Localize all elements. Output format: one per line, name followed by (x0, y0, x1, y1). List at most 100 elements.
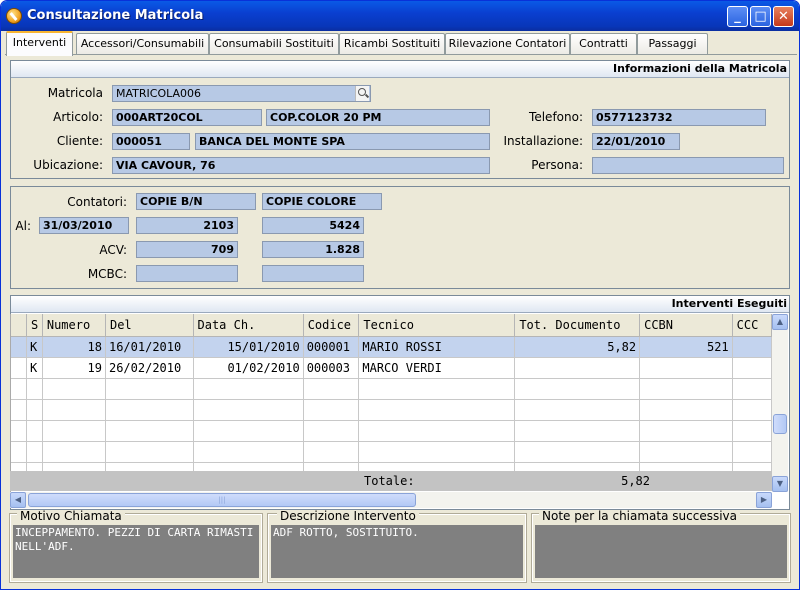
cell-numero: 18 (42, 336, 106, 358)
cell-ccbn (639, 357, 733, 379)
descrizione-intervento-group: Descrizione Intervento ADF ROTTO, SOSTIT… (267, 510, 527, 583)
al-colore-field[interactable]: 5424 (262, 217, 364, 234)
cell-s: K (26, 357, 43, 379)
acv-colore-field[interactable]: 1.828 (262, 241, 364, 258)
descrizione-intervento-title: Descrizione Intervento (277, 510, 419, 522)
installazione-field[interactable]: 22/01/2010 (592, 133, 680, 150)
info-panel: Informazioni della Matricola Matricola M… (10, 60, 790, 179)
tab-passaggi[interactable]: Passaggi (637, 33, 708, 54)
cell-del: 16/01/2010 (105, 336, 194, 358)
tab-interventi[interactable]: Interventi (6, 31, 73, 56)
matricola-label: Matricola (47, 86, 103, 100)
tab-contratti[interactable]: Contratti (570, 33, 637, 54)
articolo-desc-field[interactable]: COP.COLOR 20 PM (266, 109, 490, 126)
interventi-grid: S Numero Del Data Ch. Codice Tecnico Tot… (10, 314, 772, 492)
cell-tot-documento (514, 357, 641, 379)
ubicazione-field[interactable]: VIA CAVOUR, 76 (112, 157, 490, 174)
scroll-right-icon[interactable]: ▶ (756, 492, 772, 508)
persona-field[interactable] (592, 157, 784, 174)
col-header-tot-documento[interactable]: Tot. Documento (514, 314, 641, 337)
tab-ricambi-sostituiti[interactable]: Ricambi Sostituiti (339, 33, 445, 54)
main-window: Consultazione Matricola _ □ ✕ Interventi… (0, 0, 800, 590)
search-icon[interactable] (355, 86, 369, 101)
title-bar[interactable]: Consultazione Matricola _ □ ✕ (1, 1, 799, 31)
cell-tecnico: MARIO ROSSI (358, 336, 516, 358)
cell-data-ch: 15/01/2010 (193, 336, 304, 358)
table-row[interactable]: K 18 16/01/2010 15/01/2010 000001 MARIO … (11, 336, 772, 358)
horizontal-scrollbar[interactable]: ◀ ||| ▶ (10, 492, 772, 508)
tab-bar: Interventi Accessori/Consumabili Consuma… (5, 31, 797, 56)
window-title: Consultazione Matricola (27, 8, 204, 23)
col-header-marker[interactable] (11, 314, 27, 337)
copie-bn-header: COPIE B/N (136, 193, 256, 210)
scroll-up-icon[interactable]: ▲ (772, 314, 788, 330)
cell-codice: 000003 (303, 357, 360, 379)
vertical-scrollbar[interactable]: ▲ ▼ (772, 314, 788, 492)
scroll-down-icon[interactable]: ▼ (772, 476, 788, 492)
matricola-field[interactable]: MATRICOLA006 (112, 85, 371, 102)
tab-accessori-consumabili[interactable]: Accessori/Consumabili (76, 33, 209, 54)
minimize-button[interactable]: _ (727, 6, 748, 27)
cell-tecnico: MARCO VERDI (358, 357, 516, 379)
cell-ccbn: 521 (639, 336, 733, 358)
app-icon (6, 8, 22, 24)
telefono-label: Telefono: (529, 110, 583, 124)
cell-numero: 19 (42, 357, 106, 379)
close-button[interactable]: ✕ (773, 6, 794, 27)
info-panel-header: Informazioni della Matricola (11, 61, 789, 78)
table-row-empty[interactable] (11, 441, 772, 463)
installazione-label: Installazione: (503, 134, 583, 148)
cell-marker (11, 336, 27, 358)
persona-label: Persona: (531, 158, 583, 172)
mcbc-bn-field[interactable] (136, 265, 238, 282)
interventi-panel-header: Interventi Eseguiti (11, 296, 789, 313)
col-header-ccc[interactable]: CCC (732, 314, 772, 337)
col-header-codice[interactable]: Codice (303, 314, 360, 337)
col-header-tecnico[interactable]: Tecnico (358, 314, 516, 337)
copie-colore-header: COPIE COLORE (262, 193, 382, 210)
table-row-empty[interactable] (11, 378, 772, 400)
ubicazione-label: Ubicazione: (33, 158, 103, 172)
cell-del: 26/02/2010 (105, 357, 194, 379)
horizontal-scroll-thumb[interactable]: ||| (28, 493, 416, 507)
scroll-left-icon[interactable]: ◀ (10, 492, 26, 508)
totale-row: Totale: 5,82 (10, 471, 772, 491)
motivo-chiamata-group: Motivo Chiamata INCEPPAMENTO. PEZZI DI C… (9, 510, 263, 583)
col-header-del[interactable]: Del (105, 314, 194, 337)
contatori-panel: Contatori: COPIE B/N COPIE COLORE Al: 31… (10, 186, 790, 289)
table-row[interactable]: K 19 26/02/2010 01/02/2010 000003 MARCO … (11, 357, 772, 379)
col-header-numero[interactable]: Numero (42, 314, 106, 337)
cell-s: K (26, 336, 43, 358)
al-bn-field[interactable]: 2103 (136, 217, 238, 234)
cliente-code-field[interactable]: 000051 (112, 133, 190, 150)
col-header-s[interactable]: S (26, 314, 43, 337)
vertical-scroll-thumb[interactable] (773, 414, 787, 434)
note-chiamata-title: Note per la chiamata successiva (539, 510, 741, 522)
contatori-label: Contatori: (67, 195, 127, 209)
mcbc-colore-field[interactable] (262, 265, 364, 282)
telefono-field[interactable]: 0577123732 (592, 109, 766, 126)
al-date-field[interactable]: 31/03/2010 (39, 217, 129, 234)
col-header-ccbn[interactable]: CCBN (639, 314, 733, 337)
col-header-data-ch[interactable]: Data Ch. (193, 314, 304, 337)
cliente-name-field[interactable]: BANCA DEL MONTE SPA (195, 133, 490, 150)
maximize-button[interactable]: □ (750, 6, 771, 27)
interventi-table: S Numero Del Data Ch. Codice Tecnico Tot… (11, 314, 772, 484)
mcbc-label: MCBC: (87, 267, 127, 281)
tab-rilevazione-contatori[interactable]: Rilevazione Contatori (445, 33, 570, 54)
articolo-label: Articolo: (53, 110, 103, 124)
note-chiamata-text[interactable] (535, 525, 787, 578)
al-label: Al: (15, 219, 31, 233)
articolo-code-field[interactable]: 000ART20COL (112, 109, 262, 126)
acv-label: ACV: (99, 243, 127, 257)
descrizione-intervento-text[interactable]: ADF ROTTO, SOSTITUITO. (271, 525, 523, 578)
cell-ccc (732, 336, 772, 358)
tab-consumabili-sostituiti[interactable]: Consumabili Sostituiti (209, 33, 339, 54)
totale-label: Totale: (364, 474, 415, 488)
cliente-label: Cliente: (56, 134, 103, 148)
motivo-chiamata-title: Motivo Chiamata (17, 510, 125, 522)
acv-bn-field[interactable]: 709 (136, 241, 238, 258)
motivo-chiamata-text[interactable]: INCEPPAMENTO. PEZZI DI CARTA RIMASTI NEL… (13, 525, 259, 578)
table-row-empty[interactable] (11, 399, 772, 421)
table-row-empty[interactable] (11, 420, 772, 442)
